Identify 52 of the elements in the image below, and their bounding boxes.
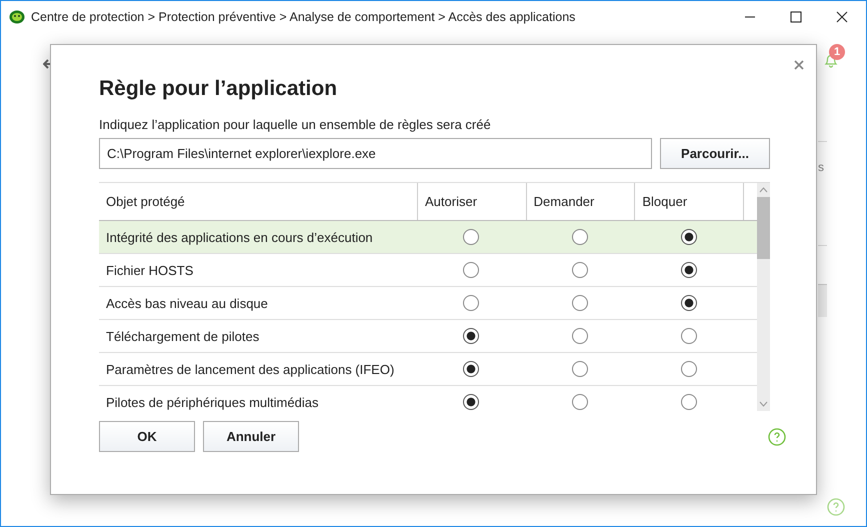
path-label: Indiquez l’application pour laquelle un ensemble de règles sera créé (99, 117, 492, 132)
dialog-title: Règle pour l’application (99, 77, 338, 101)
radio-button[interactable] (572, 229, 588, 245)
radio-button[interactable] (463, 394, 480, 410)
radio-button[interactable] (463, 361, 480, 377)
table-row[interactable]: Pilotes de périphériques multimédias (99, 386, 757, 411)
close-icon[interactable] (836, 10, 848, 22)
table-row[interactable]: Fichier HOSTS (99, 254, 757, 287)
radio-button[interactable] (680, 361, 697, 377)
scrollbar[interactable] (757, 183, 770, 411)
table-cell-text: Téléchargement de pilotes (105, 328, 260, 346)
radio-button[interactable] (463, 295, 480, 311)
radio-button[interactable] (572, 262, 588, 278)
radio-button[interactable] (680, 328, 697, 344)
radio-button[interactable] (572, 394, 588, 410)
maximize-icon[interactable] (790, 10, 802, 22)
column-header[interactable]: Bloquer (634, 183, 744, 220)
window-title: Centre de protection > Protection préventive > Analyse de comportement > Accès des applications (31, 10, 576, 24)
column-header[interactable]: Autoriser (417, 183, 526, 220)
scroll-up-icon[interactable] (759, 187, 768, 193)
radio-button[interactable] (572, 295, 588, 311)
table-cell-text: Accès bas niveau au disque (105, 294, 269, 313)
radio-button[interactable] (572, 328, 588, 344)
radio-button[interactable] (680, 295, 697, 311)
table-row[interactable]: Intégrité des applications en cours d’exécution (99, 221, 757, 254)
table-cell-text: Paramètres de lancement des applications (IFEO) (105, 360, 396, 379)
table-cell-text: Fichier HOSTS (105, 262, 194, 280)
radio-button[interactable] (463, 229, 480, 245)
radio-button[interactable] (680, 229, 697, 245)
table-row[interactable]: Accès bas niveau au disque (99, 287, 757, 320)
scrollbar-thumb[interactable] (757, 197, 770, 259)
radio-button[interactable] (463, 328, 480, 344)
dialog-button[interactable]: Annuler (203, 421, 299, 452)
table-cell-text: Pilotes de périphériques multimédias (105, 394, 320, 411)
path-field[interactable]: C:\Program Files\internet explorer\iexplore.exe (99, 138, 652, 169)
radio-button[interactable] (680, 394, 697, 410)
table-row[interactable]: Paramètres de lancement des applications (IFEO) (99, 353, 757, 386)
background-panel (818, 284, 827, 317)
column-header[interactable]: Demander (526, 183, 634, 220)
notification-badge: 1 (829, 44, 845, 60)
table-cell-text: Intégrité des applications en cours d’exécution (105, 228, 374, 247)
browse-button[interactable]: Parcourir... (660, 138, 770, 169)
background-text: s (818, 160, 824, 174)
help-icon[interactable] (768, 428, 786, 446)
radio-button[interactable] (680, 262, 697, 278)
dialog-button[interactable]: OK (99, 421, 195, 452)
table-row[interactable]: Téléchargement de pilotes (99, 320, 757, 353)
radio-button[interactable] (572, 361, 588, 377)
radio-button[interactable] (463, 262, 480, 278)
app-logo-icon (9, 10, 25, 24)
column-header[interactable]: Objet protégé (99, 183, 417, 220)
scroll-down-icon[interactable] (759, 401, 768, 407)
